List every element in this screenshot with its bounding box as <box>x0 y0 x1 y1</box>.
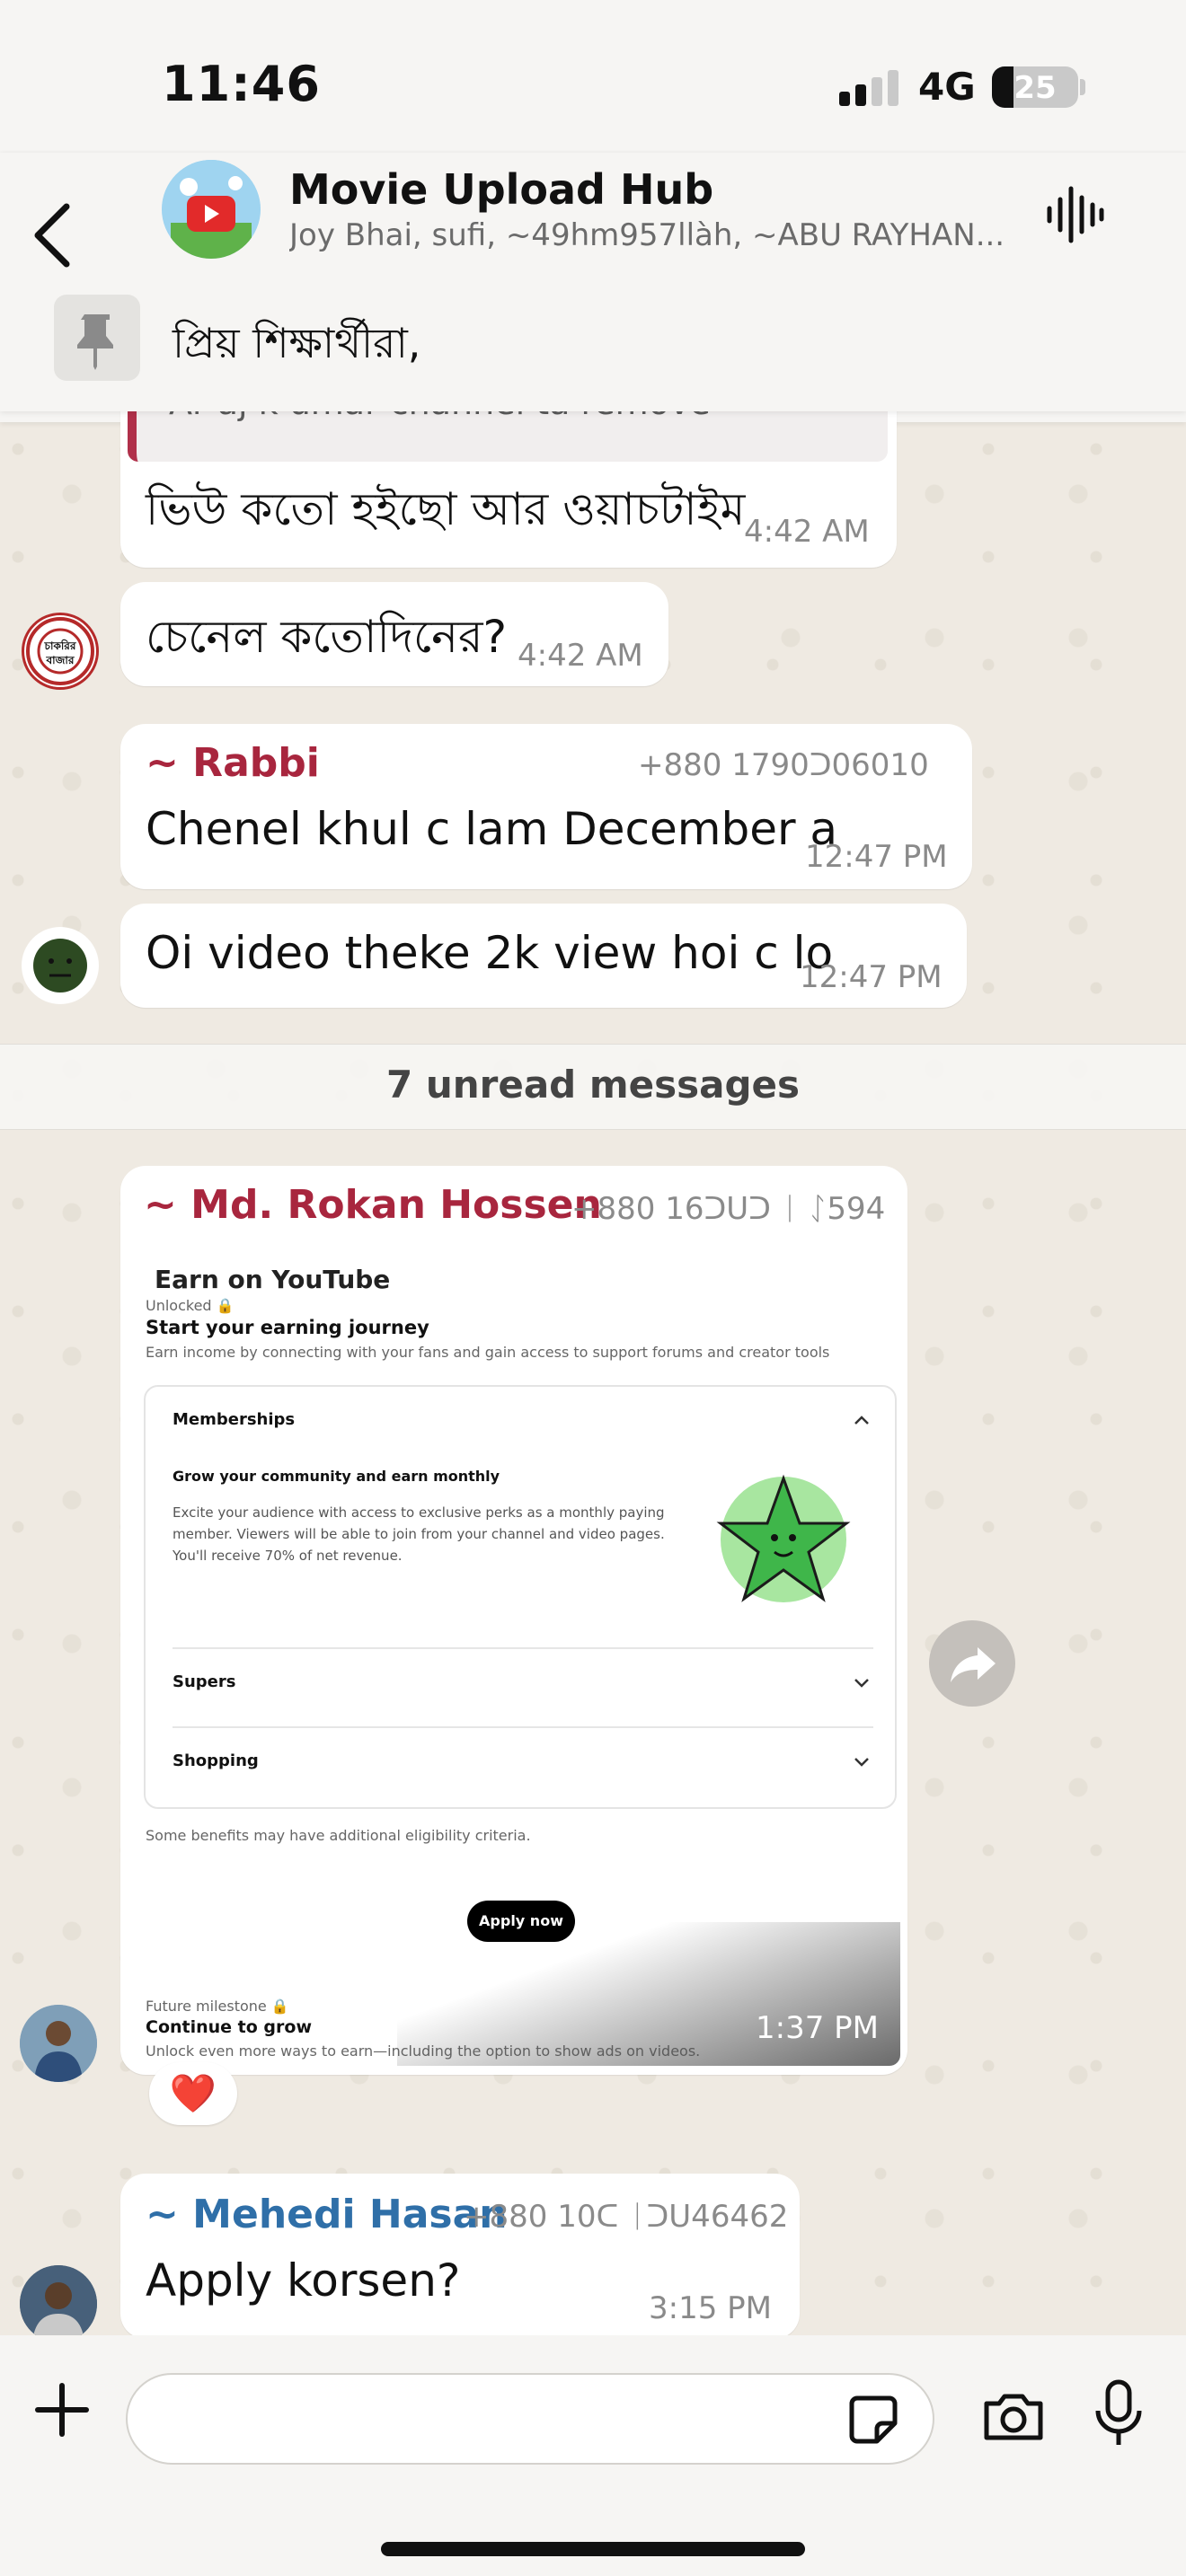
voice-chat-button[interactable] <box>1042 183 1107 246</box>
screenshot-title: Earn on YouTube <box>155 1265 391 1294</box>
plus-icon <box>35 2383 89 2437</box>
audio-wave-icon <box>1047 186 1104 243</box>
battery-icon: 25 <box>992 66 1078 108</box>
person-photo-icon <box>20 2265 97 2342</box>
sender-phone: +880 1790ᑐ06010 <box>638 747 929 783</box>
sender-avatar[interactable] <box>22 927 99 1004</box>
message-text: Chenel khul c lam December a <box>146 803 838 855</box>
forward-arrow-icon <box>951 1647 996 1682</box>
composer-bar <box>0 2335 1186 2576</box>
message-text: Apply korsen? <box>146 2254 461 2307</box>
message-bubble[interactable]: চেনেল কতোদিনের? 4:42 AM <box>120 582 668 686</box>
future-milestone-label: Future milestone 🔒 <box>146 1998 289 2015</box>
camera-button[interactable] <box>979 2382 1048 2450</box>
svg-text:চাকরির: চাকরির <box>44 639 76 652</box>
status-bar: 11:46 4G 25 <box>0 0 1186 153</box>
message-bubble[interactable]: ~ Rabbi +880 1790ᑐ06010 Chenel khul c la… <box>120 724 972 889</box>
message-text: চেনেল কতোদিনের? <box>146 611 507 663</box>
pinned-message-bar[interactable]: প্রিয় শিক্ষার্থীরা, <box>0 286 1186 411</box>
journey-title: Start your earning journey <box>146 1317 429 1338</box>
pinned-text: প্রিয় শিক্ষার্থীরা, <box>173 319 421 367</box>
group-avatar[interactable] <box>162 160 261 259</box>
message-bubble[interactable]: Oi video theke 2k view hoi c lo 12:47 PM <box>120 904 967 1008</box>
sender-avatar[interactable]: চাকরির বাজার <box>22 613 99 690</box>
message-bubble[interactable]: ~ Mehedi Hasan +880 10ᑕ ᛁᑐᑌ46462 Apply k… <box>120 2174 800 2339</box>
forward-button[interactable] <box>929 1620 1015 1707</box>
message-text: Oi video theke 2k view hoi c lo <box>146 927 834 979</box>
message-input[interactable] <box>126 2373 934 2465</box>
memberships-label: Memberships <box>173 1410 296 1429</box>
memberships-desc: Excite your audience with access to excl… <box>173 1504 665 1564</box>
star-illustration-icon <box>716 1474 851 1602</box>
message-time: 1:37 PM <box>756 2010 879 2046</box>
journey-desc: Earn income by connecting with your fans… <box>146 1344 830 1361</box>
lock-icon: 🔒 <box>270 1998 289 2015</box>
eligibility-note: Some benefits may have additional eligib… <box>146 1827 531 1844</box>
unread-count: 7 unread messages <box>385 1063 800 1107</box>
continue-title: Continue to grow <box>146 2017 312 2037</box>
sender-avatar[interactable] <box>20 2265 97 2342</box>
person-photo-icon <box>20 2005 97 2082</box>
battery-percent: 25 <box>1013 70 1057 106</box>
divider <box>173 1647 873 1649</box>
pin-icon <box>54 295 140 381</box>
image-attachment[interactable]: Earn on YouTube Unlocked 🔒 Start your ea… <box>135 1263 900 2066</box>
back-button[interactable] <box>27 180 81 278</box>
message-time: 12:47 PM <box>800 959 943 995</box>
unlocked-label: Unlocked 🔒 <box>146 1297 235 1314</box>
chevron-down-icon <box>854 1679 869 1688</box>
sender-phone: +880 16ᑐᑌᑐ ᛁ ᛇ594 <box>571 1191 886 1227</box>
sender-name[interactable]: ~ Mehedi Hasan <box>146 2192 508 2237</box>
battery-tip <box>1080 79 1085 95</box>
chevron-left-icon <box>34 203 70 268</box>
group-title[interactable]: Movie Upload Hub <box>289 165 713 214</box>
job-market-logo-icon: চাকরির বাজার <box>26 617 94 685</box>
chevron-down-icon <box>854 1758 869 1767</box>
supers-label: Supers <box>173 1672 236 1691</box>
message-time: 4:42 AM <box>744 514 870 550</box>
memberships-panel: Memberships Grow your community and earn… <box>144 1385 897 1809</box>
header-overlay: Movie Upload Hub Joy Bhai, sufi, ~49hm95… <box>0 153 1186 411</box>
unread-messages-banner: 7 unread messages <box>0 1044 1186 1130</box>
memberships-heading: Grow your community and earn monthly <box>173 1468 500 1485</box>
chevron-up-icon <box>854 1416 869 1425</box>
signal-icon <box>839 70 902 106</box>
sticker-icon <box>849 2395 898 2444</box>
home-indicator <box>381 2542 805 2556</box>
sender-name[interactable]: ~ Md. Rokan Hossen <box>144 1182 602 1228</box>
message-text: ভিউ কতো হইছো আর ওয়াচটাইম <box>146 483 746 535</box>
clock: 11:46 <box>162 56 321 112</box>
heart-reaction[interactable]: ❤️ <box>149 2062 237 2125</box>
neutral-face-icon <box>33 939 87 992</box>
microphone-icon <box>1095 2379 1142 2445</box>
message-time: 3:15 PM <box>649 2290 772 2326</box>
shopping-label: Shopping <box>173 1751 259 1770</box>
attach-button[interactable] <box>32 2380 92 2439</box>
sticker-button[interactable] <box>845 2391 902 2448</box>
sender-phone: +880 10ᑕ ᛁᑐᑌ46462 <box>464 2199 789 2235</box>
svg-text:বাজার: বাজার <box>46 654 75 666</box>
youtube-logo-icon <box>162 160 261 259</box>
network-type: 4G <box>918 65 976 109</box>
sender-name[interactable]: ~ Rabbi <box>146 740 320 786</box>
divider <box>173 1726 873 1728</box>
camera-icon <box>984 2394 1043 2440</box>
group-members[interactable]: Joy Bhai, sufi, ~49hm957llàh, ~ABU RAYHA… <box>289 217 1008 253</box>
message-time: 4:42 AM <box>518 638 643 674</box>
voice-message-button[interactable] <box>1089 2377 1148 2448</box>
lock-icon: 🔒 <box>216 1297 235 1314</box>
message-time: 12:47 PM <box>805 839 948 875</box>
sender-avatar[interactable] <box>20 2005 97 2082</box>
